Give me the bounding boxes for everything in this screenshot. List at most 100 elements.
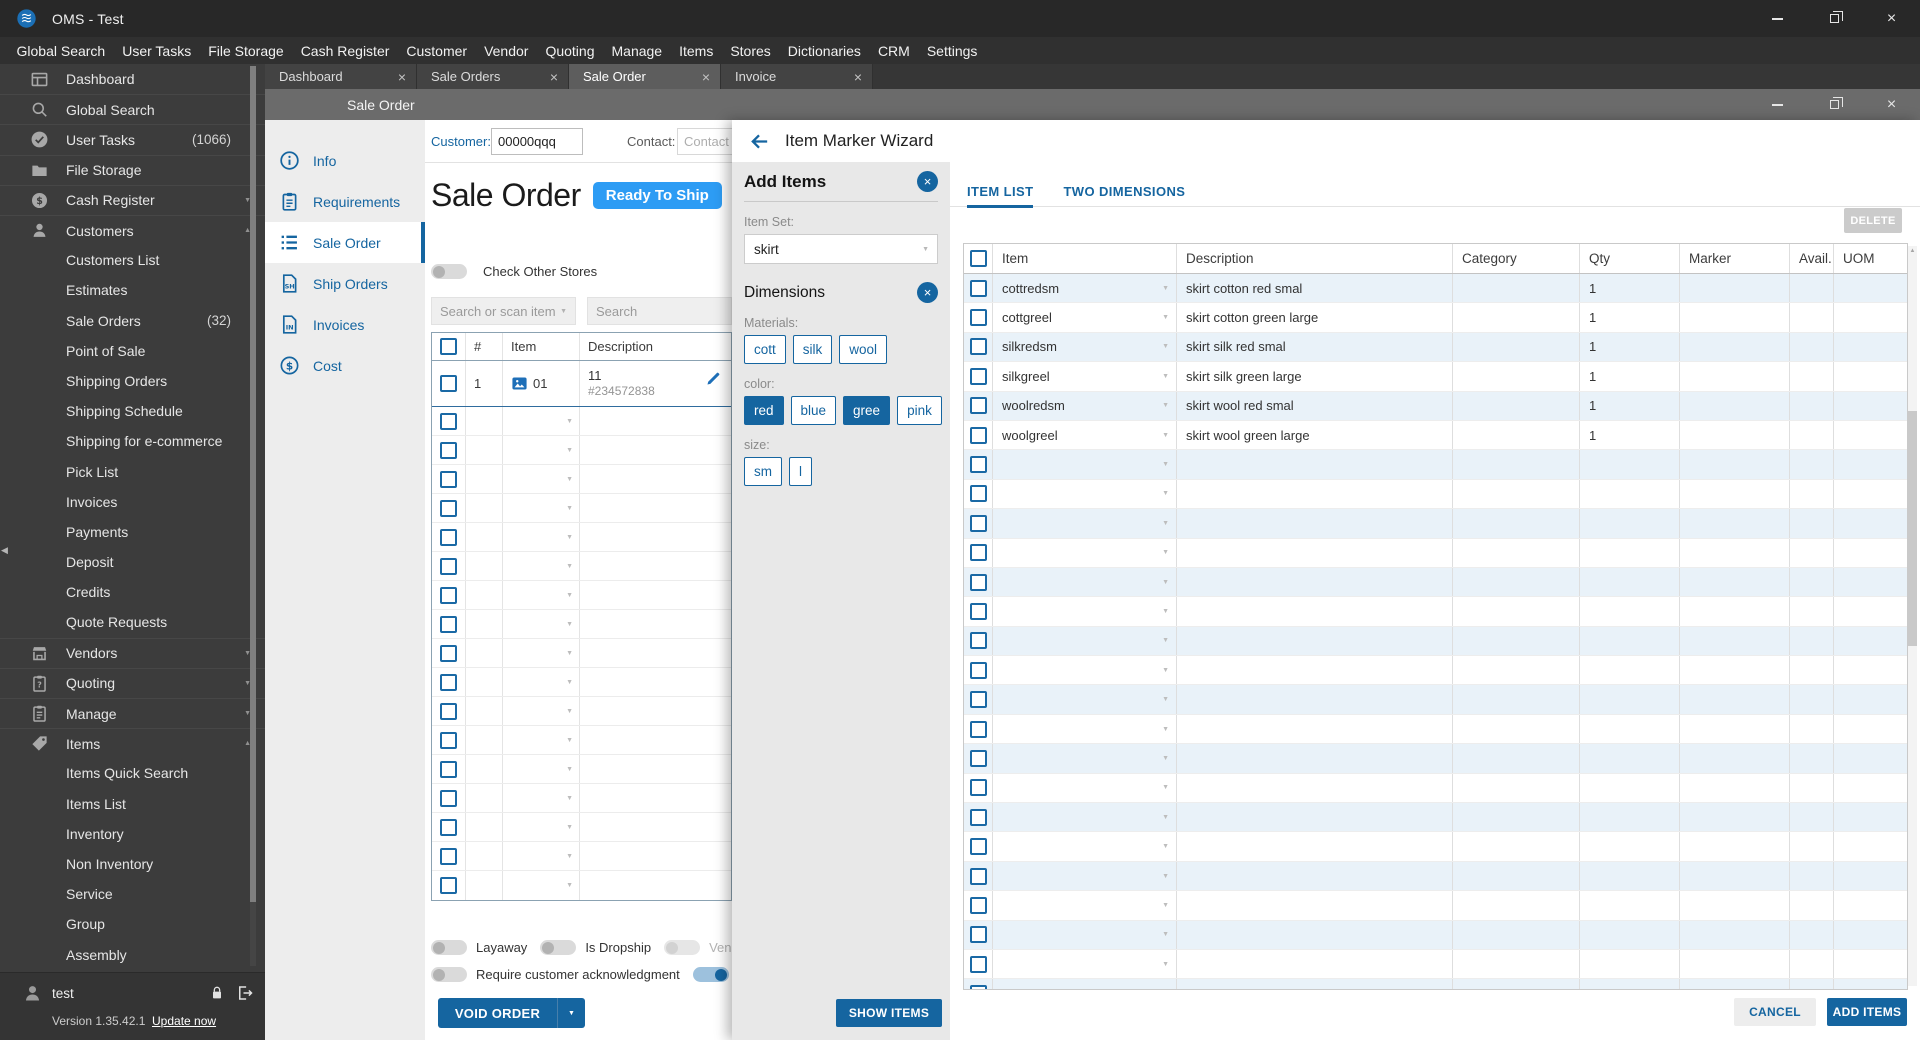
tab-close-icon[interactable]: × <box>854 69 862 85</box>
chevron-down-icon[interactable]: ▼ <box>566 679 573 686</box>
so-nav-cost[interactable]: $ Cost <box>265 345 425 386</box>
chevron-down-icon[interactable]: ▼ <box>566 853 573 860</box>
row-checkbox[interactable] <box>440 644 457 662</box>
sidebar-item-shipping-schedule[interactable]: Shipping Schedule <box>0 396 265 426</box>
row-checkbox[interactable] <box>969 867 987 885</box>
sidebar-item-shipping-for-e-commerce[interactable]: Shipping for e-commerce <box>0 426 265 456</box>
row-checkbox[interactable] <box>440 557 457 575</box>
chevron-down-icon[interactable]: ▼ <box>1162 608 1169 615</box>
chevron-down-icon[interactable]: ▼ <box>1162 696 1169 703</box>
sidebar-item-user-tasks[interactable]: User Tasks (1066) <box>0 124 265 154</box>
row-checkbox[interactable] <box>969 309 987 327</box>
sidebar-item-payments[interactable]: Payments <box>0 517 265 547</box>
chevron-down-icon[interactable]: ▼ <box>1162 579 1169 586</box>
row-checkbox[interactable] <box>440 412 457 430</box>
wizard-empty-row[interactable]: ▼ <box>964 891 1907 921</box>
delete-button[interactable]: DELETE <box>1844 208 1902 233</box>
chip-gree[interactable]: gree <box>843 396 891 425</box>
wizard-empty-row[interactable]: ▼ <box>964 714 1907 745</box>
menu-user-tasks[interactable]: User Tasks <box>114 43 200 59</box>
row-checkbox[interactable] <box>969 808 987 826</box>
so-table-empty-row[interactable]: ▼ <box>432 552 731 581</box>
sidebar-item-service[interactable]: Service <box>0 879 265 909</box>
chevron-down-icon[interactable]: ▼ <box>566 563 573 570</box>
row-checkbox[interactable] <box>969 485 987 503</box>
update-now-link[interactable]: Update now <box>152 1014 216 1028</box>
so-table-empty-row[interactable]: ▼ <box>432 697 731 726</box>
chevron-down-icon[interactable]: ▼ <box>1162 726 1169 733</box>
table-scrollbar-thumb[interactable] <box>1908 411 1917 646</box>
chip-pink[interactable]: pink <box>897 396 942 425</box>
chip-cott[interactable]: cott <box>744 335 786 364</box>
menu-manage[interactable]: Manage <box>603 43 671 59</box>
row-checkbox[interactable] <box>969 426 987 444</box>
sidebar-item-shipping-orders[interactable]: Shipping Orders <box>0 366 265 396</box>
tab-sale-order[interactable]: Sale Order × <box>569 64 721 89</box>
chevron-down-icon[interactable]: ▼ <box>566 534 573 541</box>
so-table-empty-row[interactable]: ▼ <box>432 842 731 871</box>
row-checkbox[interactable] <box>440 615 457 633</box>
sidebar-item-assembly[interactable]: Assembly <box>0 939 265 969</box>
menu-stores[interactable]: Stores <box>722 43 779 59</box>
chip-sm[interactable]: sm <box>744 457 782 486</box>
void-order-button[interactable]: VOID ORDER <box>438 998 557 1028</box>
row-checkbox[interactable] <box>969 397 987 415</box>
row-checkbox[interactable] <box>440 818 457 836</box>
chevron-down-icon[interactable]: ▼ <box>1162 902 1169 909</box>
tab-invoice[interactable]: Invoice × <box>721 64 873 89</box>
so-table-empty-row[interactable]: ▼ <box>432 726 731 755</box>
chevron-down-icon[interactable]: ▼ <box>1162 549 1169 556</box>
row-checkbox[interactable] <box>969 367 987 385</box>
row-checkbox[interactable] <box>969 544 987 562</box>
wizard-empty-row[interactable]: ▼ <box>964 949 1907 980</box>
wizard-empty-row[interactable]: ▼ <box>964 920 1907 950</box>
tab-close-icon[interactable]: × <box>398 69 406 85</box>
wizard-empty-row[interactable]: ▼ <box>964 450 1907 480</box>
wizard-item-row[interactable]: woolgreel ▼ skirt wool green large 1 <box>964 420 1907 451</box>
row-checkbox[interactable] <box>440 470 457 488</box>
lock-icon[interactable] <box>209 985 225 1001</box>
sidebar-item-file-storage[interactable]: File Storage <box>0 154 265 185</box>
chevron-down-icon[interactable]: ▼ <box>566 418 573 425</box>
tab-sale-orders[interactable]: Sale Orders × <box>417 64 569 89</box>
customer-input[interactable] <box>491 128 583 155</box>
tab-close-icon[interactable]: × <box>550 69 558 85</box>
toggle-is-dropship[interactable]: Is Dropship <box>540 940 651 955</box>
toggle-switch[interactable] <box>431 940 467 955</box>
chevron-down-icon[interactable]: ▼ <box>566 824 573 831</box>
search-scan-item-input[interactable]: Search or scan item ▼ <box>431 297 576 325</box>
chevron-down-icon[interactable]: ▼ <box>1162 873 1169 880</box>
restore-button[interactable] <box>1806 0 1863 37</box>
void-order-dropdown-button[interactable]: ▼ <box>557 998 585 1028</box>
row-checkbox[interactable] <box>440 528 457 546</box>
sidebar-item-customers-list[interactable]: Customers List <box>0 245 265 275</box>
wizard-tab-two-dimensions[interactable]: TWO DIMENSIONS <box>1063 176 1185 206</box>
sidebar-item-items[interactable]: Items ▲ <box>0 728 265 758</box>
chevron-down-icon[interactable]: ▼ <box>1162 314 1169 321</box>
wizard-empty-row[interactable]: ▼ <box>964 538 1907 568</box>
chevron-down-icon[interactable]: ▼ <box>1162 520 1169 527</box>
menu-customer[interactable]: Customer <box>398 43 476 59</box>
chevron-down-icon[interactable]: ▼ <box>566 621 573 628</box>
menu-file-storage[interactable]: File Storage <box>200 43 292 59</box>
row-checkbox[interactable] <box>440 338 457 355</box>
sidebar-item-manage[interactable]: Manage ▼ <box>0 697 265 728</box>
chevron-down-icon[interactable]: ▼ <box>1162 961 1169 968</box>
row-checkbox[interactable] <box>969 573 987 591</box>
so-nav-info[interactable]: Info <box>265 140 425 181</box>
chevron-down-icon[interactable]: ▼ <box>566 447 573 454</box>
chevron-down-icon[interactable]: ▼ <box>566 882 573 889</box>
so-nav-requirements[interactable]: Requirements <box>265 181 425 222</box>
row-checkbox[interactable] <box>440 789 457 807</box>
sidebar-item-point-of-sale[interactable]: Point of Sale <box>0 336 265 366</box>
close-button[interactable]: × <box>1863 0 1920 37</box>
scroll-up-arrow-icon[interactable]: ▲ <box>1908 248 1917 254</box>
item-set-select[interactable]: skirt ▼ <box>744 234 938 264</box>
row-checkbox[interactable] <box>440 375 457 392</box>
edit-pencil-icon[interactable] <box>705 370 722 387</box>
sidebar-item-invoices[interactable]: Invoices <box>0 487 265 517</box>
chevron-down-icon[interactable]: ▼ <box>566 737 573 744</box>
so-nav-ship-orders[interactable]: SH Ship Orders <box>265 263 425 304</box>
sidebar-item-items-list[interactable]: Items List <box>0 789 265 819</box>
so-table-empty-row[interactable]: ▼ <box>432 610 731 639</box>
